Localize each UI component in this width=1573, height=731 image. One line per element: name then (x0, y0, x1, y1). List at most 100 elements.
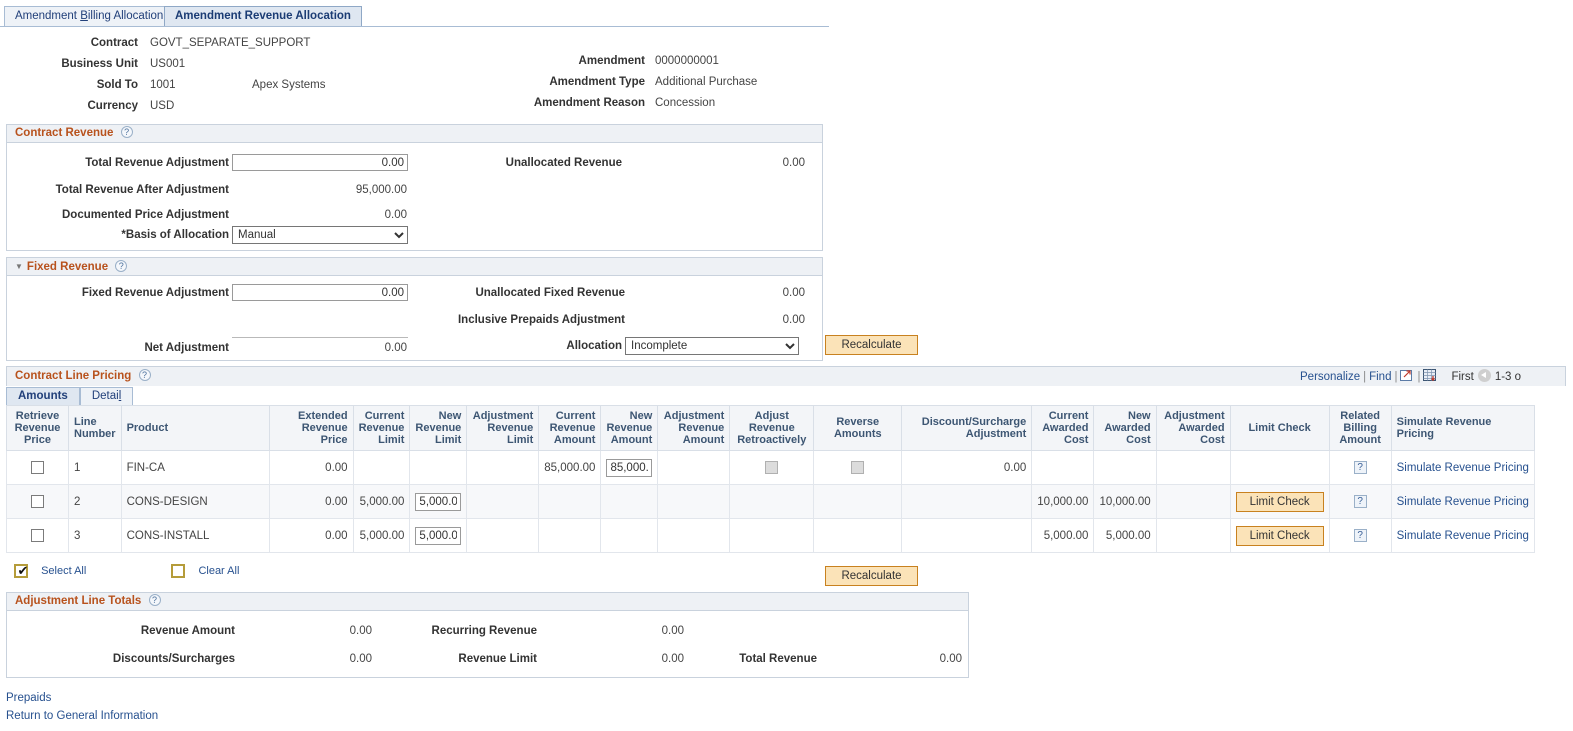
clear-all-checkbox[interactable] (171, 564, 186, 578)
download-spreadsheet-icon[interactable] (1423, 369, 1437, 382)
cell-extended-revenue-price: 0.00 (268, 518, 354, 553)
table-row: 2 CONS-DESIGN 0.00 5,000.00 10,000.00 10… (6, 484, 1535, 519)
select-all-link[interactable]: Select All (41, 565, 86, 577)
adjustment-line-totals-title: Adjustment Line Totals (15, 595, 142, 607)
col-new-revenue-limit[interactable]: New Revenue Limit (409, 405, 468, 451)
value-business-unit: US001 (150, 58, 186, 70)
new-window-icon[interactable] (1400, 369, 1414, 382)
col-adjust-revenue-retroactively[interactable]: Adjust Revenue Retroactively (729, 405, 815, 451)
cell-related-billing: ? (1328, 518, 1392, 553)
cell-product: FIN-CA (120, 450, 270, 485)
col-current-revenue-limit[interactable]: Current Revenue Limit (352, 405, 411, 451)
help-icon[interactable]: ? (115, 260, 128, 272)
grid-toolbar: Personalize | Find | | First 1-3 o (1300, 369, 1573, 385)
new-revenue-limit-input[interactable] (415, 526, 462, 545)
cell-adjust-retro (729, 484, 815, 519)
contract-revenue-title: Contract Revenue (15, 127, 114, 139)
new-revenue-limit-input[interactable] (415, 492, 462, 511)
retrieve-revenue-price-checkbox[interactable] (31, 461, 44, 474)
col-new-awarded-cost[interactable]: New Awarded Cost (1093, 405, 1157, 451)
col-discount-surcharge-adjustment[interactable]: Discount/Surcharge Adjustment (901, 405, 1033, 451)
amendment-revenue-allocation-page: Amendment Billing Allocation Amendment R… (0, 0, 1573, 731)
contract-revenue-body: Total Revenue Adjustment Total Revenue A… (7, 143, 822, 251)
tab-amendment-billing-allocation[interactable]: Amendment Billing Allocation (4, 6, 175, 26)
col-current-revenue-amount[interactable]: Current Revenue Amount (538, 405, 602, 451)
label-net-adjustment: Net Adjustment (144, 342, 229, 354)
return-to-general-information-link[interactable]: Return to General Information (6, 707, 158, 725)
help-icon[interactable]: ? (148, 594, 161, 606)
col-adjustment-revenue-amount[interactable]: Adjustment Revenue Amount (657, 405, 731, 451)
cell-adjustment-revenue-amount (657, 518, 731, 553)
value-sold-to: 1001 (150, 79, 176, 91)
value-total-revenue: 0.00 (939, 653, 962, 665)
fixed-revenue-group: ▼ Fixed Revenue ? Fixed Revenue Adjustmen… (6, 257, 823, 361)
cell-new-revenue-amount (600, 484, 659, 519)
label-contract: Contract (90, 37, 138, 49)
total-revenue-adjustment-input[interactable] (232, 154, 408, 171)
limit-check-button[interactable]: Limit Check (1235, 525, 1324, 546)
value-unallocated-revenue: 0.00 (782, 157, 805, 169)
cell-adjustment-awarded-cost (1155, 484, 1231, 519)
simulate-revenue-pricing-link[interactable]: Simulate Revenue Pricing (1397, 462, 1529, 474)
value-discounts-surcharges: 0.00 (349, 653, 372, 665)
previous-page-icon[interactable] (1477, 369, 1491, 382)
label-revenue-amount: Revenue Amount (140, 625, 235, 637)
col-product[interactable]: Product (120, 405, 270, 451)
col-line-number[interactable]: Line Number (68, 405, 122, 451)
cell-new-awarded-cost (1093, 450, 1157, 485)
col-reverse-amounts[interactable]: Reverse Amounts (813, 405, 903, 451)
simulate-revenue-pricing-link[interactable]: Simulate Revenue Pricing (1397, 496, 1529, 508)
toolbar-separator: | (1417, 371, 1421, 383)
find-link[interactable]: Find (1369, 371, 1391, 383)
col-limit-check[interactable]: Limit Check (1229, 405, 1330, 451)
help-icon[interactable]: ? (138, 369, 151, 381)
grid-header-row: Retrieve Revenue Price Line Number Produ… (6, 405, 1535, 451)
allocation-select[interactable]: Incomplete (625, 337, 799, 355)
cell-current-revenue-limit: 5,000.00 (352, 518, 411, 553)
label-recurring-revenue: Recurring Revenue (431, 625, 537, 637)
limit-check-button[interactable]: Limit Check (1235, 491, 1324, 512)
collapse-triangle-icon[interactable]: ▼ (15, 258, 23, 275)
cell-product: CONS-INSTALL (120, 518, 270, 553)
col-new-revenue-amount[interactable]: New Revenue Amount (600, 405, 659, 451)
recalculate-button-bottom[interactable]: Recalculate (825, 566, 918, 586)
col-simulate-revenue-pricing[interactable]: Simulate Revenue Pricing (1390, 405, 1535, 451)
cell-retrieve (6, 450, 69, 485)
tab-label-revenue: Amendment Revenue Allocation (175, 10, 351, 22)
recalculate-button-top[interactable]: Recalculate (825, 335, 918, 355)
tab-detail[interactable]: Detail (79, 387, 134, 405)
cell-adjustment-awarded-cost (1155, 518, 1231, 553)
header-row-currency: Currency USD (0, 97, 1573, 118)
related-billing-help-icon[interactable]: ? (1353, 461, 1367, 474)
col-adjustment-awarded-cost[interactable]: Adjustment Awarded Cost (1155, 405, 1231, 451)
cell-reverse-amounts (813, 450, 903, 485)
select-all-checkbox[interactable] (14, 564, 30, 578)
help-icon[interactable]: ? (120, 126, 133, 138)
prepaids-link[interactable]: Prepaids (6, 689, 158, 707)
value-recurring-revenue: 0.00 (661, 625, 684, 637)
col-current-awarded-cost[interactable]: Current Awarded Cost (1031, 405, 1095, 451)
fixed-revenue-adjustment-input[interactable] (232, 284, 408, 301)
label-discounts-surcharges: Discounts/Surcharges (112, 653, 235, 665)
simulate-revenue-pricing-link[interactable]: Simulate Revenue Pricing (1397, 530, 1529, 542)
cell-discount-surcharge: 0.00 (901, 450, 1033, 485)
retrieve-revenue-price-checkbox[interactable] (31, 529, 44, 542)
clear-all-link[interactable]: Clear All (198, 565, 239, 577)
col-extended-revenue-price[interactable]: Extended Revenue Price (268, 405, 354, 451)
col-adjustment-revenue-limit[interactable]: Adjustment Revenue Limit (466, 405, 540, 451)
cell-new-revenue-limit (409, 450, 468, 485)
tab-amendment-revenue-allocation[interactable]: Amendment Revenue Allocation (164, 6, 362, 26)
related-billing-help-icon[interactable]: ? (1353, 529, 1367, 542)
cell-extended-revenue-price: 0.00 (268, 484, 354, 519)
related-billing-help-icon[interactable]: ? (1353, 495, 1367, 508)
new-revenue-amount-input[interactable] (606, 458, 653, 477)
col-retrieve-revenue-price[interactable]: Retrieve Revenue Price (6, 405, 69, 451)
cell-current-awarded-cost: 10,000.00 (1031, 484, 1095, 519)
personalize-link[interactable]: Personalize (1300, 371, 1360, 383)
basis-of-allocation-select[interactable]: Manual (232, 226, 408, 244)
tab-amounts[interactable]: Amounts (6, 387, 80, 405)
col-related-billing-amount[interactable]: Related Billing Amount (1328, 405, 1392, 451)
retrieve-revenue-price-checkbox[interactable] (31, 495, 44, 508)
tab-label-detail: Detail (91, 390, 122, 402)
value-sold-to-name: Apex Systems (252, 79, 326, 91)
